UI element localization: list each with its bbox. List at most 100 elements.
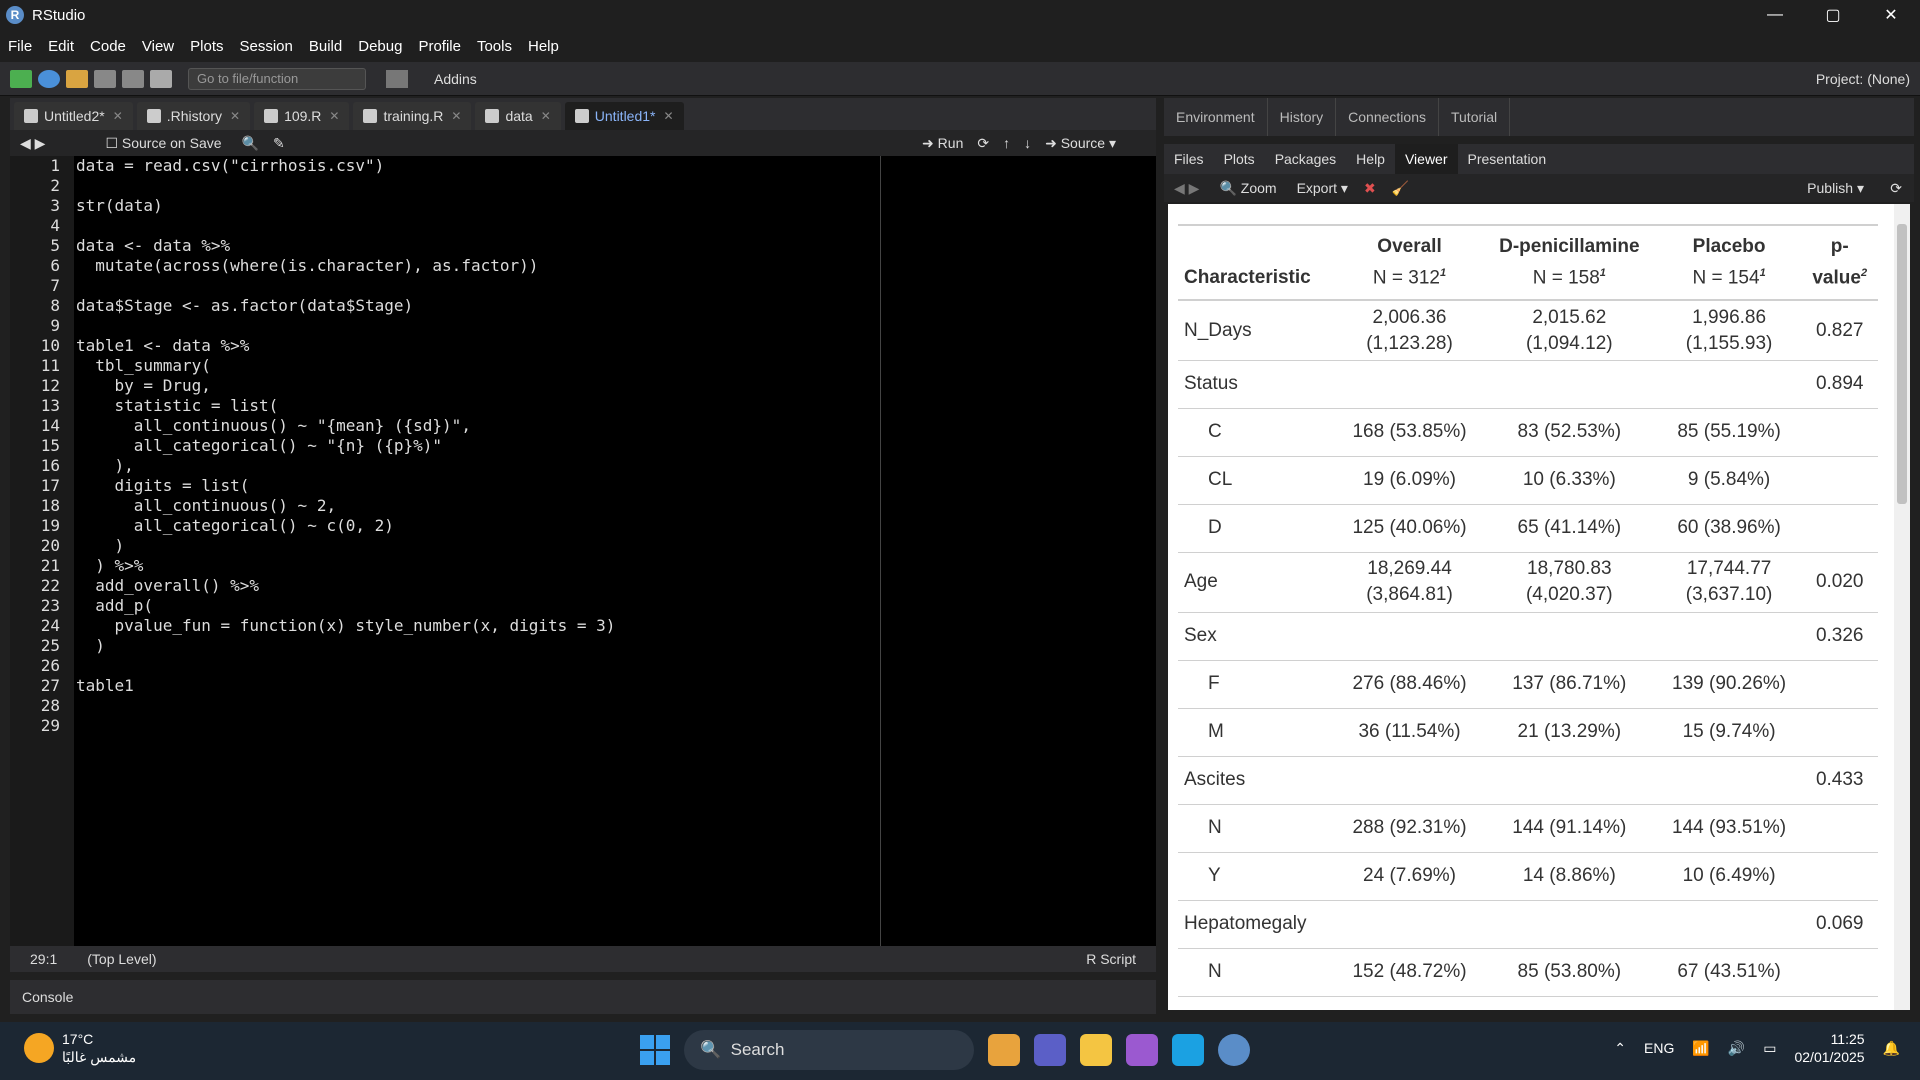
tab-data[interactable]: data ✕ (475, 102, 561, 130)
taskbar-search[interactable]: 🔍 Search (684, 1030, 974, 1070)
source-on-save-checkbox[interactable]: ☐ Source on Save (105, 135, 221, 152)
code-line: tbl_summary( (76, 356, 211, 375)
save-all-icon[interactable] (122, 69, 144, 88)
tab-tutorial[interactable]: Tutorial (1439, 98, 1511, 136)
tab-help[interactable]: Help (1346, 144, 1395, 174)
clear-icon[interactable]: ✖ (1364, 180, 1376, 197)
close-tab-icon[interactable]: ✕ (541, 109, 551, 123)
scope-indicator[interactable]: (Top Level) (87, 951, 156, 967)
up-arrow-icon[interactable]: ↑ (1003, 135, 1010, 151)
new-file-icon[interactable] (10, 69, 32, 88)
source-button[interactable]: ➜ Source ▾ (1045, 135, 1116, 152)
export-button[interactable]: Export ▾ (1297, 180, 1348, 197)
edge-icon[interactable] (1172, 1034, 1204, 1066)
environment-pane-tabs: Environment History Connections Tutorial (1164, 98, 1914, 136)
maximize-button[interactable]: ▢ (1804, 0, 1862, 30)
close-tab-icon[interactable]: ✕ (113, 109, 123, 123)
rstudio-taskbar-icon[interactable] (1218, 1034, 1250, 1066)
close-tab-icon[interactable]: ✕ (329, 109, 339, 123)
row-label-text: N (1208, 817, 1222, 839)
menu-session[interactable]: Session (240, 38, 293, 55)
row-label: N (1178, 804, 1338, 853)
tab-presentation[interactable]: Presentation (1458, 144, 1557, 174)
down-arrow-icon[interactable]: ↓ (1024, 135, 1031, 151)
menu-file[interactable]: File (8, 38, 32, 55)
tab-connections[interactable]: Connections (1336, 98, 1439, 136)
teams-icon[interactable] (1034, 1034, 1066, 1066)
clock[interactable]: 11:25 02/01/2025 (1794, 1030, 1864, 1066)
close-tab-icon[interactable]: ✕ (230, 109, 240, 123)
minimize-button[interactable]: — (1746, 0, 1804, 30)
header-overall: Overall N = 3121 (1337, 223, 1482, 302)
tab-untitled1[interactable]: Untitled1* ✕ (564, 102, 684, 130)
battery-icon[interactable]: ▭ (1763, 1040, 1776, 1057)
cell-overall-text: (3,864.81) (1366, 584, 1453, 606)
chevron-up-icon[interactable]: ⌃ (1614, 1040, 1626, 1057)
file-icon (24, 109, 38, 123)
close-tab-icon[interactable]: ✕ (663, 109, 673, 123)
project-menu[interactable]: Project: (None) (1816, 71, 1910, 87)
copilot-icon[interactable] (1126, 1034, 1158, 1066)
publish-button[interactable]: Publish ▾ (1807, 180, 1864, 197)
tab-109r[interactable]: 109.R ✕ (254, 102, 350, 130)
close-button[interactable]: ✕ (1862, 0, 1920, 30)
refresh-icon[interactable]: ⟳ (1890, 180, 1902, 197)
tab-untitled2[interactable]: Untitled2* ✕ (14, 102, 133, 130)
new-project-icon[interactable] (38, 69, 60, 88)
menu-help[interactable]: Help (528, 38, 559, 55)
tab-label: .Rhistory (166, 108, 222, 124)
tab-history[interactable]: History (1268, 98, 1337, 136)
editor-toolbar: ◀ ▶ ☐ Source on Save 🔍 ✎ ➜ Run ⟳ ↑ ↓ ➜ S… (10, 130, 1156, 156)
file-type[interactable]: R Script (1086, 951, 1136, 967)
code-line: by = Drug, (76, 376, 211, 395)
broom-icon[interactable]: 🧹 (1392, 180, 1409, 197)
tab-plots[interactable]: Plots (1214, 144, 1265, 174)
code-area[interactable]: data = read.csv("cirrhosis.csv") str(data… (76, 156, 1126, 946)
tab-files[interactable]: Files (1164, 144, 1214, 174)
volume-icon[interactable]: 🔊 (1728, 1040, 1745, 1057)
cell-overall (1337, 756, 1482, 805)
run-button[interactable]: ➜ Run (922, 135, 963, 152)
close-tab-icon[interactable]: ✕ (451, 109, 461, 123)
nav-arrows-icon[interactable]: ◀ ▶ (1174, 180, 1199, 197)
weather-widget[interactable]: 17°C مشمس غالبًا (24, 1030, 136, 1066)
print-icon[interactable] (150, 69, 172, 88)
row-label-text: Sex (1184, 625, 1217, 647)
save-icon[interactable] (94, 69, 116, 88)
menu-code[interactable]: Code (90, 38, 126, 55)
viewer-scrollbar[interactable] (1894, 204, 1910, 1010)
menu-build[interactable]: Build (309, 38, 342, 55)
tab-environment[interactable]: Environment (1164, 98, 1268, 136)
menu-edit[interactable]: Edit (48, 38, 74, 55)
wand-icon[interactable]: ✎ (273, 135, 285, 152)
menu-profile[interactable]: Profile (418, 38, 461, 55)
tab-packages[interactable]: Packages (1265, 144, 1346, 174)
zoom-button[interactable]: 🔍 Zoom (1219, 180, 1276, 197)
chrome-icon[interactable] (988, 1034, 1020, 1066)
wifi-icon[interactable]: 📶 (1692, 1040, 1709, 1057)
tab-rhistory[interactable]: .Rhistory ✕ (136, 102, 251, 130)
scrollbar-thumb[interactable] (1897, 224, 1907, 504)
grid-layout-icon[interactable] (386, 69, 408, 88)
tab-viewer[interactable]: Viewer (1394, 144, 1458, 174)
viewer-pane-tabs: Files Plots Packages Help Viewer Present… (1164, 144, 1914, 174)
line-number: 9 (50, 316, 60, 335)
open-file-icon[interactable] (66, 69, 88, 88)
menu-tools[interactable]: Tools (477, 38, 512, 55)
menu-view[interactable]: View (142, 38, 174, 55)
menu-debug[interactable]: Debug (358, 38, 402, 55)
file-explorer-icon[interactable] (1080, 1034, 1112, 1066)
menu-plots[interactable]: Plots (190, 38, 223, 55)
addins-menu[interactable]: Addins (434, 71, 477, 87)
search-icon[interactable]: 🔍 (242, 135, 259, 152)
rerun-icon[interactable]: ⟳ (977, 135, 989, 152)
goto-file-input[interactable]: Go to file/function (188, 67, 366, 90)
back-arrow-icon[interactable]: ◀ ▶ (20, 135, 45, 152)
console-pane[interactable]: Console (10, 980, 1156, 1014)
notification-bell-icon[interactable]: 🔔 (1883, 1040, 1900, 1057)
language-indicator[interactable]: ENG (1644, 1040, 1674, 1056)
start-icon[interactable] (640, 1035, 670, 1065)
line-number: 18 (40, 496, 60, 515)
tab-training[interactable]: training.R ✕ (353, 102, 472, 130)
